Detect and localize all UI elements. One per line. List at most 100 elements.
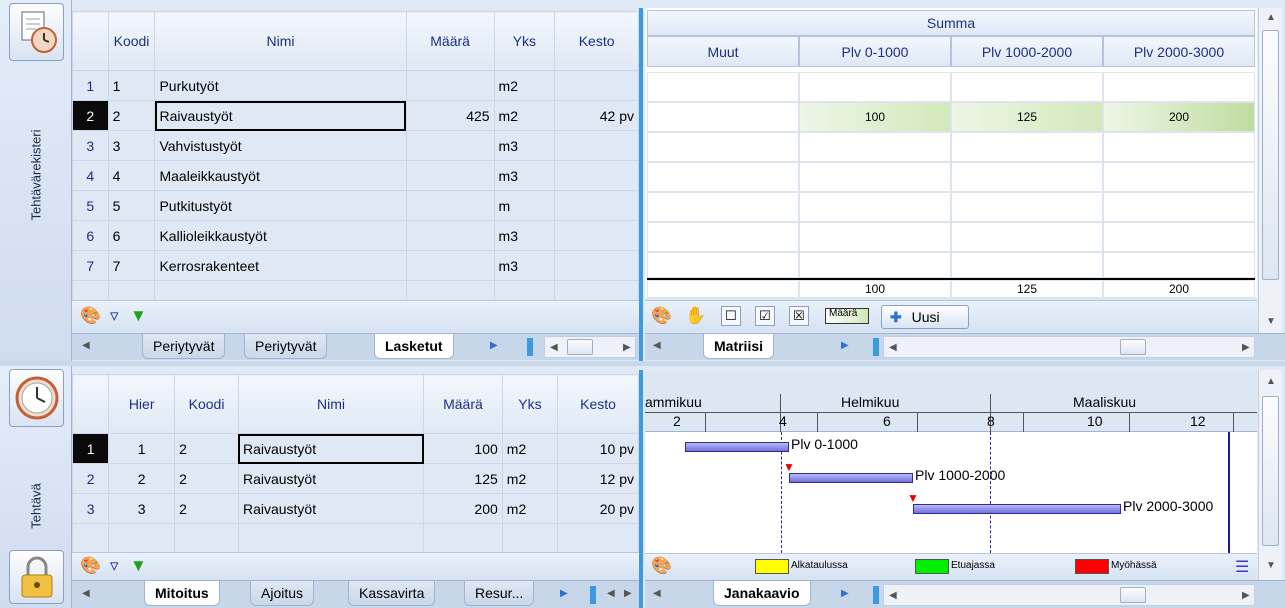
matrix-cell[interactable] — [951, 252, 1103, 278]
tab-matriisi[interactable]: Matriisi — [703, 334, 775, 359]
hand-icon[interactable]: ✋ — [685, 307, 706, 325]
scroll-thumb[interactable] — [1262, 396, 1279, 546]
cell-kesto[interactable]: 42 pv — [554, 100, 639, 131]
cell-koodi[interactable]: 6 — [107, 220, 156, 251]
matrix-cell[interactable] — [647, 252, 799, 278]
cell-nimi[interactable]: Vahvistustyöt — [154, 130, 407, 161]
cell-nimi[interactable]: Purkutyöt — [154, 70, 407, 101]
cell-maara[interactable] — [405, 130, 495, 161]
filter-icon[interactable]: ▿ — [110, 307, 119, 325]
matrix-col-plv-2000-3000[interactable]: Plv 2000-3000 — [1103, 36, 1255, 67]
matrix-cell[interactable] — [951, 132, 1103, 162]
cell-kesto[interactable] — [554, 70, 639, 101]
column-header-hier[interactable]: Hier — [108, 374, 176, 434]
task-menu-button[interactable] — [9, 369, 64, 427]
matrix-cell[interactable] — [799, 222, 951, 252]
cell-yks[interactable]: m2 — [493, 70, 556, 101]
matrix-cell[interactable] — [799, 192, 951, 222]
matrix-cell[interactable] — [799, 132, 951, 162]
matrix-cell[interactable] — [1103, 72, 1255, 102]
matrix-cell-value[interactable]: 200 — [1103, 102, 1255, 132]
tabs-splitter[interactable] — [873, 586, 879, 604]
cell-nimi[interactable]: Raivaustyöt — [237, 493, 425, 524]
tabs-scroll-left-icon[interactable]: ◀ — [82, 340, 90, 351]
gantt-bar[interactable] — [913, 504, 1121, 514]
table-row[interactable]: 4 4 Maaleikkaustyöt m3 — [72, 160, 639, 191]
row-number[interactable]: 2 — [71, 463, 110, 494]
column-header-kesto[interactable]: Kesto — [554, 11, 639, 71]
column-header-maara[interactable]: Määrä — [405, 11, 495, 71]
row-number[interactable]: 3 — [71, 493, 110, 524]
vertical-splitter[interactable] — [639, 370, 643, 608]
scroll-left-icon[interactable]: ◀ — [550, 342, 558, 353]
cell-yks[interactable]: m2 — [501, 493, 559, 524]
matrix-cell[interactable] — [1103, 222, 1255, 252]
cell-yks[interactable]: m2 — [501, 463, 559, 494]
vertical-splitter[interactable] — [639, 8, 643, 361]
scroll-left-icon[interactable]: ◀ — [889, 590, 897, 601]
matrix-cell[interactable] — [1103, 132, 1255, 162]
scroll-up-icon[interactable]: ▲ — [1266, 376, 1276, 387]
column-header-nimi[interactable]: Nimi — [237, 374, 425, 434]
tab-kassavirta[interactable]: Kassavirta — [348, 581, 436, 606]
matrix-cell[interactable] — [1103, 162, 1255, 192]
checkbox-x-button[interactable]: ☒ — [789, 306, 809, 326]
tabs-splitter[interactable] — [527, 338, 533, 356]
tab-janakaavio[interactable]: Janakaavio — [713, 581, 811, 606]
column-header-yks[interactable]: Yks — [493, 11, 556, 71]
tab-periytyvat-2[interactable]: Periytyvät — [244, 334, 328, 359]
matrix-cell[interactable] — [647, 102, 799, 132]
scroll-right-icon[interactable]: ▶ — [623, 342, 631, 353]
lock-button[interactable] — [9, 550, 64, 604]
tabs-scroll-left-icon[interactable]: ◀ — [653, 340, 661, 351]
table-row[interactable]: 3 3 Vahvistustyöt m3 — [72, 130, 639, 161]
table-row-selected[interactable]: 1 1 2 Raivaustyöt 100 m2 10 pv — [71, 433, 639, 464]
matrix-cell-value[interactable]: 125 — [951, 102, 1103, 132]
cell-koodi[interactable]: 2 — [174, 493, 239, 524]
column-header-yks[interactable]: Yks — [501, 374, 559, 434]
cell-yks[interactable]: m3 — [493, 160, 556, 191]
cell-maara[interactable]: 425 — [405, 100, 495, 131]
cell-nimi[interactable]: Raivaustyöt — [237, 463, 425, 494]
cell-koodi[interactable]: 7 — [107, 250, 156, 281]
scroll-thumb[interactable] — [1262, 30, 1279, 280]
matrix-cell[interactable] — [647, 222, 799, 252]
column-header-koodi[interactable]: Koodi — [107, 11, 156, 71]
legend-menu-icon[interactable]: ☰ — [1235, 557, 1249, 577]
cell-kesto[interactable] — [554, 250, 639, 281]
tabs-scroll-right-icon[interactable]: ▶ — [560, 588, 568, 599]
matrix-col-plv-0-1000[interactable]: Plv 0-1000 — [799, 36, 951, 67]
row-number[interactable]: 1 — [71, 433, 110, 464]
filter-green-icon[interactable]: ▼ — [130, 307, 147, 325]
scroll-thumb[interactable] — [567, 339, 593, 355]
table-row[interactable]: 5 5 Putkitustyöt m — [72, 190, 639, 221]
row-number[interactable]: 4 — [72, 160, 109, 191]
matrix-cell[interactable] — [951, 162, 1103, 192]
scroll-down-icon[interactable]: ▼ — [1266, 316, 1276, 327]
cell-nimi[interactable]: Kallioleikkaustyöt — [154, 220, 407, 251]
cell-koodi[interactable]: 3 — [107, 130, 156, 161]
row-number[interactable]: 6 — [72, 220, 109, 251]
tabs-scroll-left-icon[interactable]: ◀ — [653, 588, 661, 599]
matrix-horizontal-scrollbar[interactable]: ◀ ▶ — [883, 336, 1255, 358]
checkbox-empty-button[interactable]: ☐ — [721, 306, 741, 326]
column-header-maara[interactable]: Määrä — [423, 374, 503, 434]
cell-hier[interactable]: 3 — [108, 493, 176, 524]
matrix-cell[interactable] — [951, 192, 1103, 222]
palette-icon[interactable]: 🎨 — [651, 557, 672, 575]
cell-maara[interactable] — [405, 70, 495, 101]
scroll-right-icon[interactable]: ▶ — [1242, 342, 1250, 353]
column-header-kesto[interactable]: Kesto — [557, 374, 639, 434]
new-button[interactable]: ✚ Uusi — [881, 305, 969, 329]
table-row-empty[interactable] — [71, 523, 639, 554]
palette-icon[interactable]: 🎨 — [651, 307, 672, 325]
gantt-bar[interactable] — [789, 473, 913, 483]
cell-kesto[interactable]: 12 pv — [557, 463, 639, 494]
cell-nimi-active[interactable]: Raivaustyöt — [237, 433, 425, 464]
column-header-nimi[interactable]: Nimi — [154, 11, 407, 71]
gantt-bar[interactable] — [685, 442, 789, 452]
cell-nimi[interactable]: Maaleikkaustyöt — [154, 160, 407, 191]
cell-koodi[interactable]: 5 — [107, 190, 156, 221]
cell-koodi[interactable]: 1 — [107, 70, 156, 101]
scroll-thumb[interactable] — [1120, 339, 1146, 355]
